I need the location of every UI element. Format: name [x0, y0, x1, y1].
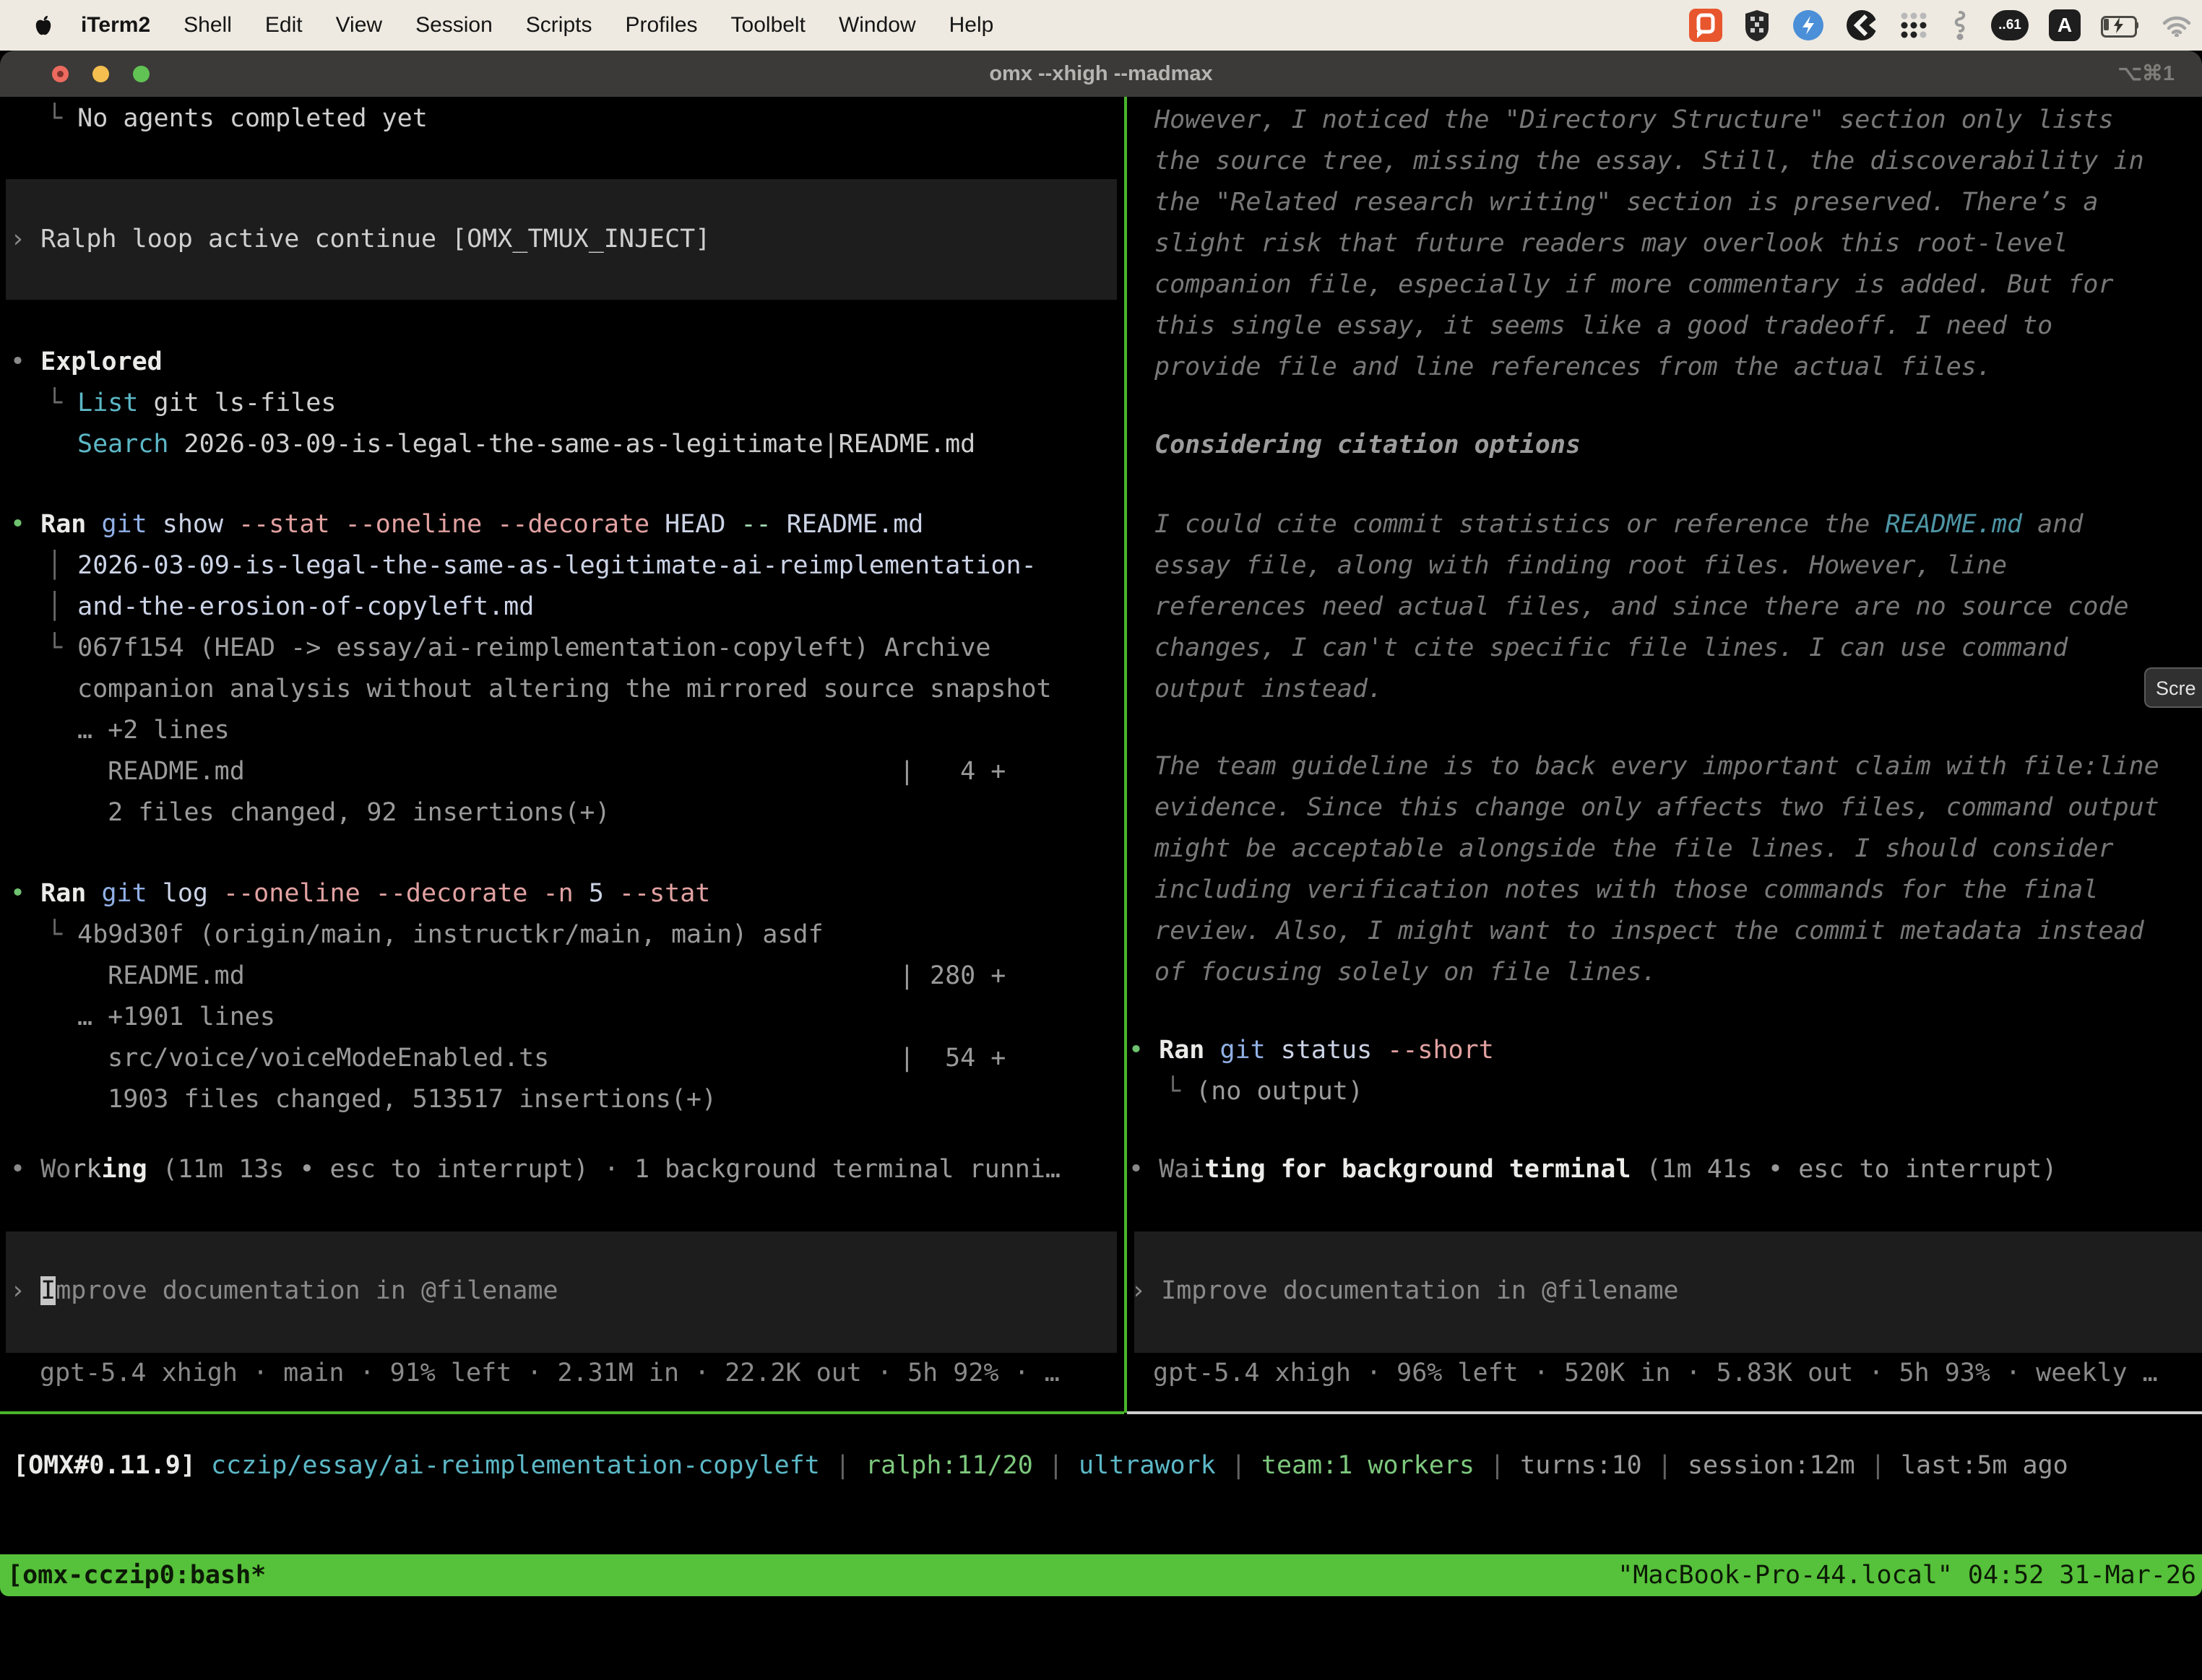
terminal-line: [OMX#0.11.9] cczip/essay/ai-reimplementa… — [13, 1445, 2068, 1486]
tmux-host-clock: "MacBook-Pro-44.local" 04:52 31-Mar-26 — [1618, 1554, 2196, 1596]
tmux-status-bar: [omx-cczip0:bash* "MacBook-Pro-44.local"… — [0, 1554, 2202, 1596]
tmux-session-window-label[interactable]: [omx-cczip0:bash* — [7, 1554, 266, 1596]
omx-status-bar: [OMX#0.11.9] cczip/essay/ai-reimplementa… — [0, 0, 2202, 1612]
screen-share-tooltip: Scre — [2144, 667, 2202, 708]
